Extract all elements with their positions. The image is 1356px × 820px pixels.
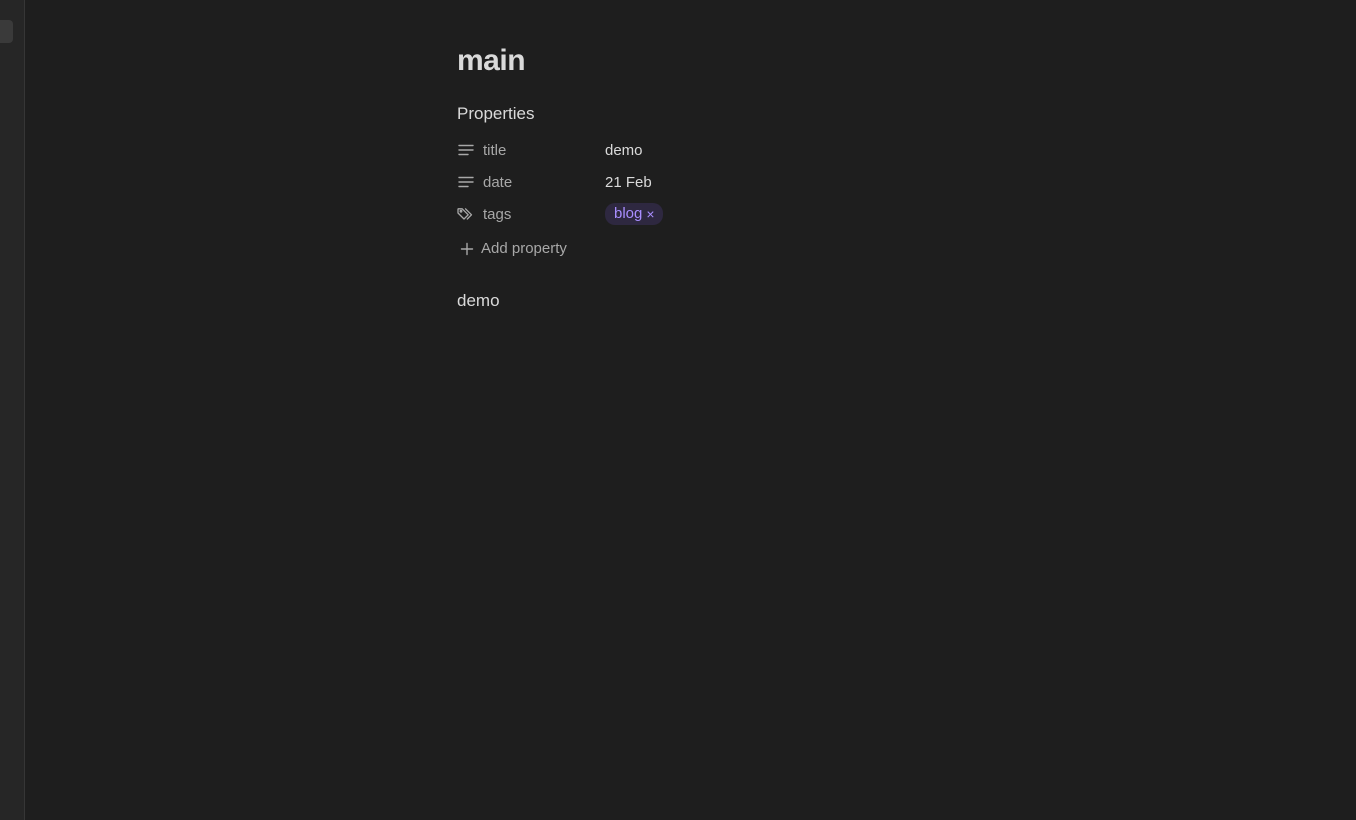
text-lines-icon (457, 141, 475, 159)
note-title[interactable]: main (457, 43, 526, 79)
sidebar-toggle-handle[interactable] (0, 20, 13, 43)
left-sidebar-strip (0, 0, 25, 820)
add-property-button[interactable]: Add property (460, 240, 567, 257)
property-key[interactable]: date (457, 173, 605, 191)
property-value-tags[interactable]: blog × (605, 203, 663, 225)
add-property-label: Add property (481, 240, 567, 257)
tag-remove-button[interactable]: × (646, 204, 654, 224)
property-row-tags[interactable]: tags blog × (457, 200, 857, 228)
plus-icon (460, 242, 474, 256)
note-body-text[interactable]: demo (457, 290, 500, 312)
property-key[interactable]: tags (457, 205, 605, 223)
property-key-label: tags (483, 205, 512, 223)
property-key-label: date (483, 173, 513, 191)
text-lines-icon (457, 173, 475, 191)
tags-icon (457, 205, 475, 223)
property-key[interactable]: title (457, 141, 605, 159)
property-row-date[interactable]: date 21 Feb (457, 168, 857, 196)
property-row-title[interactable]: title demo (457, 136, 857, 164)
tag-label: blog (614, 205, 643, 222)
property-value[interactable]: demo (605, 142, 643, 159)
property-value[interactable]: 21 Feb (605, 174, 652, 191)
property-key-label: title (483, 141, 507, 159)
app-window: main Properties title demo date 21 Feb t… (0, 0, 1356, 820)
tag-pill[interactable]: blog × (605, 203, 663, 225)
properties-heading[interactable]: Properties (457, 104, 534, 124)
